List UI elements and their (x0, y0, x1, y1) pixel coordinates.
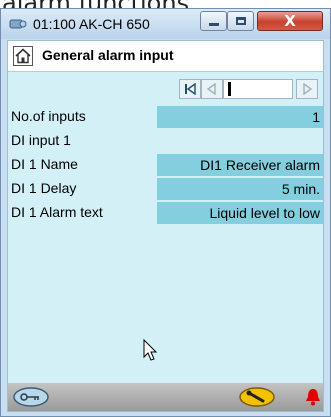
app-window: 01:100 AK-CH 650 X General alarm input N… (0, 8, 331, 417)
next-page-button[interactable] (296, 79, 318, 99)
field-row-no-of-inputs: No.of inputs 1 (8, 106, 323, 128)
first-page-button[interactable] (179, 79, 201, 99)
close-icon: X (284, 12, 296, 30)
mouse-pointer-icon (143, 339, 158, 361)
di1-alarm-text-field[interactable]: Liquid level to low (157, 202, 323, 224)
first-page-icon (185, 83, 196, 95)
close-button[interactable]: X (257, 11, 323, 31)
field-row-di1-alarm-text: DI 1 Alarm text Liquid level to low (8, 202, 323, 224)
controller-icon (9, 19, 27, 29)
field-row-di1-delay: DI 1 Delay 5 min. (8, 178, 323, 200)
field-row-di-input-1: DI input 1 (8, 130, 323, 152)
page-header: General alarm input (8, 41, 323, 72)
no-of-inputs-field[interactable]: 1 (157, 106, 323, 128)
bottom-toolbar (8, 383, 323, 411)
page-title: General alarm input (42, 47, 174, 63)
field-label: DI 1 Name (11, 156, 78, 172)
previous-page-button[interactable] (201, 79, 223, 99)
home-icon[interactable] (13, 46, 33, 66)
record-navigator (8, 79, 323, 101)
maximize-button[interactable] (227, 11, 254, 31)
minimize-button[interactable] (200, 11, 227, 31)
field-label: No.of inputs (11, 108, 86, 124)
service-wrench-icon[interactable] (238, 386, 276, 408)
minimize-icon (208, 22, 219, 26)
field-row-di1-name: DI 1 Name DI1 Receiver alarm (8, 154, 323, 176)
di1-name-field[interactable]: DI1 Receiver alarm (157, 154, 323, 176)
content-panel: General alarm input No.of inputs 1 DI in… (7, 40, 324, 412)
login-key-icon[interactable] (12, 386, 50, 408)
field-label: DI 1 Alarm text (11, 204, 103, 220)
alarm-bell-icon[interactable] (305, 387, 321, 407)
title-bar[interactable]: 01:100 AK-CH 650 X (1, 9, 330, 39)
section-label: DI input 1 (11, 132, 71, 148)
previous-page-icon (206, 83, 216, 95)
field-label: DI 1 Delay (11, 180, 77, 196)
text-caret (228, 82, 231, 96)
maximize-icon (235, 17, 246, 25)
di1-delay-field[interactable]: 5 min. (157, 178, 323, 200)
next-page-icon (303, 83, 313, 95)
record-index-field[interactable] (223, 79, 293, 99)
window-title: 01:100 AK-CH 650 (33, 16, 150, 32)
